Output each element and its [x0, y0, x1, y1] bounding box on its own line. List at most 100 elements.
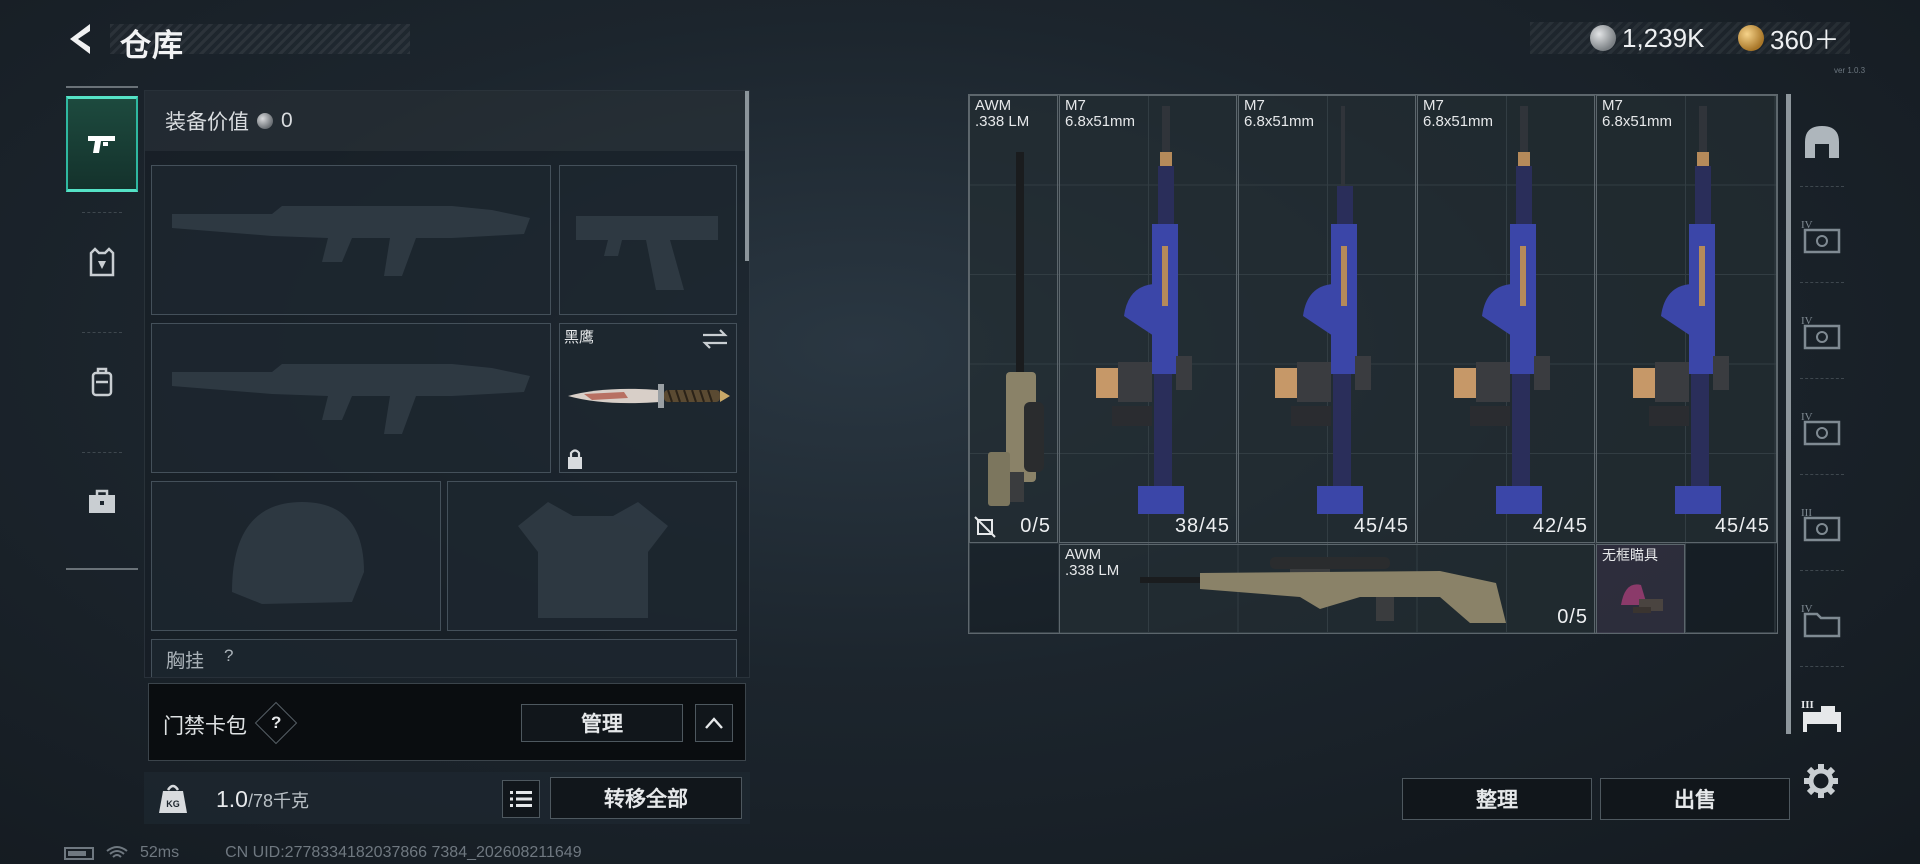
silver-currency: 1,239K [1590, 22, 1704, 54]
uid-text: CN UID:2778334182037866 7384_20260821164… [225, 844, 582, 861]
chevron-up-icon [705, 717, 723, 729]
gold-amount: 360＋ [1770, 24, 1840, 55]
case-tier4-icon: IV [1801, 219, 1841, 254]
helmet-tab-icon [1805, 126, 1839, 158]
sort-button[interactable]: 整理 [1402, 778, 1592, 820]
tab-case-1[interactable]: IV [1798, 212, 1846, 260]
swap-icon[interactable] [700, 328, 730, 350]
ammo-count: 42/45 [1532, 515, 1588, 537]
chest-rig-label: 胸挂 [166, 651, 205, 672]
help-icon: ? [270, 712, 282, 732]
primary-weapon-slot[interactable] [151, 165, 551, 315]
item-m7-4[interactable]: M7 6.8x51mm 45/45 [1596, 95, 1777, 543]
silver-amount: 1,239K [1622, 22, 1705, 53]
category-tabs [66, 86, 138, 570]
briefcase-icon [89, 489, 115, 513]
ammo-count: 0/5 [1557, 606, 1588, 628]
status-footer: 52ms CN UID:2778334182037866 7384_202608… [64, 844, 582, 862]
pistol-icon [88, 136, 115, 153]
access-card-label: 门禁卡包 [163, 715, 247, 738]
rifle-silhouette-icon [172, 206, 530, 276]
loadout-panel: 装备价值 0 黑鹰 胸挂 ? [144, 90, 750, 678]
reflex-sight-icon [1621, 584, 1663, 613]
version-text: ver 1.0.3 [1834, 66, 1866, 75]
item-awm-vertical[interactable]: AWM .338 LM 0/5 [969, 95, 1058, 543]
chest-help-icon[interactable]: ? [224, 646, 233, 666]
back-button[interactable] [64, 20, 102, 58]
combat-knife-icon [568, 384, 730, 408]
sell-button[interactable]: 出售 [1600, 778, 1790, 820]
armor-slot[interactable] [447, 481, 737, 631]
folder-tier4-icon: IV [1801, 603, 1841, 638]
silver-coin-icon [1590, 25, 1616, 51]
access-card-bar: 门禁卡包 ? 管理 [148, 683, 746, 761]
equip-value-header: 装备价值 0 [145, 91, 745, 151]
item-m7-3[interactable]: M7 6.8x51mm 42/45 [1417, 95, 1595, 543]
bed-tier3-icon: III [1801, 699, 1841, 732]
weight-icon-text: KG [166, 799, 180, 809]
weight-max: /78千克 [247, 791, 310, 811]
list-view-button[interactable] [502, 780, 540, 818]
melee-slot[interactable]: 黑鹰 [559, 323, 737, 473]
pistol-slot[interactable] [559, 165, 737, 315]
equip-value: 0 [281, 109, 293, 132]
gold-currency[interactable]: 360＋ [1738, 22, 1840, 55]
weight-current: 1.0 [216, 786, 248, 812]
item-reflex-sight[interactable]: 无框瞄具 [1596, 544, 1685, 634]
ammo-count: 38/45 [1174, 515, 1230, 537]
tab-case-2[interactable]: IV [1798, 308, 1846, 356]
ping-text: 52ms [140, 844, 180, 861]
item-awm-horizontal[interactable]: AWM .338 LM 0/5 [1059, 544, 1595, 634]
secondary-weapon-slot[interactable] [151, 323, 551, 473]
m7-rifle-icon [1454, 106, 1550, 514]
loadout-scrollbar[interactable] [745, 91, 749, 261]
manage-button[interactable]: 管理 [521, 704, 683, 742]
silver-coin-icon [257, 113, 273, 129]
storage-scrollbar[interactable] [1786, 94, 1791, 734]
gold-coin-icon [1738, 25, 1764, 51]
tab-case-3[interactable]: IV [1798, 404, 1846, 452]
case-tier3-icon: III [1801, 507, 1841, 542]
chest-rig-slot[interactable]: 胸挂 ? [151, 639, 737, 677]
weight-value: 1.0/78千克 [216, 786, 309, 813]
tab-armor[interactable] [66, 214, 138, 310]
ammo-count: 45/45 [1714, 515, 1770, 537]
wifi-icon [106, 846, 128, 858]
equip-value-label: 装备价值 [165, 111, 249, 134]
weight-icon: KG [159, 784, 187, 813]
awm-rifle-icon [988, 152, 1044, 506]
tab-weapons[interactable] [66, 96, 138, 192]
tab-case[interactable] [66, 454, 138, 550]
access-card-help-button[interactable]: ? [254, 701, 298, 745]
weight-bar: KG 1.0/78千克 转移全部 [144, 772, 750, 824]
battery-icon [64, 846, 94, 860]
svg-text:III: III [1801, 699, 1814, 711]
m7-rifle-icon [1275, 106, 1371, 514]
m7-rifle-icon [1633, 106, 1729, 514]
lock-icon [568, 449, 582, 469]
m7-rifle-icon [1096, 106, 1192, 514]
item-m7-2[interactable]: M7 6.8x51mm 45/45 [1238, 95, 1416, 543]
knife-name: 黑鹰 [564, 329, 595, 346]
item-name: AWM .338 LM [1065, 546, 1120, 579]
tab-folder[interactable]: IV [1798, 596, 1846, 644]
tab-bed[interactable]: III [1798, 692, 1846, 740]
transfer-all-button[interactable]: 转移全部 [550, 777, 742, 819]
collapse-button[interactable] [695, 704, 733, 742]
settings-button[interactable] [1800, 760, 1842, 802]
page-title: 仓库 [120, 28, 184, 63]
item-name: AWM .338 LM [975, 97, 1030, 130]
gear-icon [1804, 764, 1838, 798]
ammo-count: 0/5 [1020, 515, 1051, 537]
ammo-count: 45/45 [1353, 515, 1409, 537]
tab-case-4[interactable]: III [1798, 500, 1846, 548]
tab-backpack[interactable] [66, 334, 138, 430]
item-name: 无框瞄具 [1602, 547, 1658, 563]
helmet-slot[interactable] [151, 481, 441, 631]
back-arrow-icon [70, 24, 90, 54]
awm-rifle-icon [1140, 557, 1506, 623]
item-m7-1[interactable]: M7 6.8x51mm 38/45 [1059, 95, 1237, 543]
tab-storage-main[interactable] [1798, 118, 1846, 166]
vest-silhouette-icon [518, 502, 668, 618]
case-tier4-icon: IV [1801, 315, 1841, 350]
